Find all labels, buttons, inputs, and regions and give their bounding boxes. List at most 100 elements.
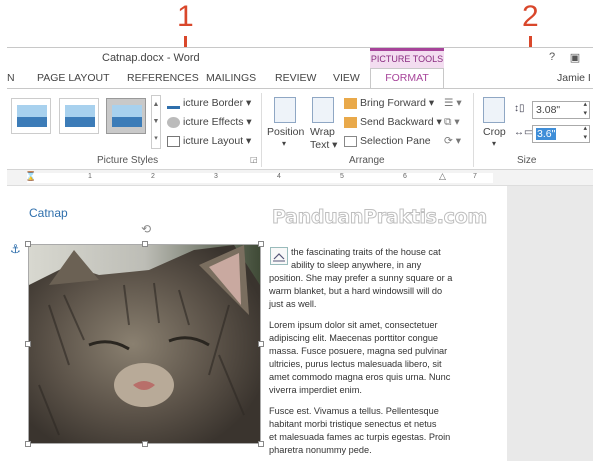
tab-format[interactable]: FORMAT	[370, 68, 444, 89]
resize-handle[interactable]	[142, 441, 148, 447]
height-icon: ↕▯	[514, 103, 525, 114]
arrange-group-label: Arrange	[349, 155, 385, 166]
wrap-text-button[interactable]: Wrap	[310, 126, 335, 138]
right-indent-marker-icon[interactable]: △	[439, 171, 446, 182]
width-spinner-icon[interactable]: ▴ ▾	[583, 124, 587, 142]
paragraph-2[interactable]: Lorem ipsum dolor sit amet, consectetuer…	[269, 319, 469, 398]
ruler-number: 1	[88, 173, 92, 180]
width-icon: ↔▭	[514, 127, 534, 138]
text-line: Lorem ipsum dolor sit amet, consectetuer	[269, 320, 438, 330]
word-window: Catnap.docx - Word PICTURE TOOLS ? ▣ N P…	[7, 47, 593, 461]
position-label: Position	[267, 126, 305, 138]
ruler-number: 2	[151, 173, 155, 180]
paragraph-3[interactable]: Fusce est. Vivamus a tellus. Pellentesqu…	[269, 405, 469, 457]
ruler-number: 6	[403, 173, 407, 180]
cat-photo[interactable]	[25, 241, 264, 447]
send-backward-icon	[344, 116, 357, 128]
rotate-handle-icon[interactable]: ⟲	[141, 222, 151, 236]
wrap-text-button-line2[interactable]: Text ▾	[310, 139, 337, 151]
text-line: ability to sleep anywhere, in any	[291, 260, 422, 271]
text-line: amet commodo magna eros quis urna. Nunc	[269, 372, 451, 383]
group-separator	[473, 93, 474, 167]
ruler-number: 4	[277, 173, 281, 180]
paragraph-1-cont[interactable]: position. She may prefer a sunny square …	[269, 272, 469, 311]
horizontal-ruler: ⌛ 1 2 3 4 5 6 7 △	[7, 170, 593, 186]
dialog-launcher-icon[interactable]: ◲	[250, 155, 258, 164]
selection-pane-button[interactable]: Selection Pane	[344, 135, 431, 147]
text-line: the fascinating traits of the house cat	[291, 247, 441, 257]
ribbon: ▲ ▼ ▾ icture Border ▾ icture Effects ▾ ict…	[7, 88, 593, 170]
layout-icon	[167, 135, 180, 147]
picture-layout-button[interactable]: icture Layout ▾	[167, 135, 251, 147]
group-icon[interactable]: ⧉ ▾	[444, 116, 460, 129]
help-icon[interactable]: ?	[545, 51, 559, 63]
crop-label: Crop	[483, 126, 506, 138]
resize-handle[interactable]	[258, 341, 264, 347]
resize-handle[interactable]	[25, 441, 31, 447]
height-value: 3.08"	[536, 104, 561, 116]
tab-view[interactable]: VIEW	[333, 72, 360, 84]
document-heading[interactable]: Catnap	[29, 206, 68, 220]
user-name[interactable]: Jamie I	[557, 72, 591, 84]
width-value: 3.6"	[536, 128, 557, 140]
height-spinner-icon[interactable]: ▴ ▾	[583, 100, 587, 118]
picture-border-button[interactable]: icture Border ▾	[167, 97, 251, 109]
wrap-label-line2: Text	[310, 139, 330, 151]
text-line: adipiscing elit. Maecenas porttitor cong…	[269, 333, 439, 344]
crop-dropdown-icon: ▾	[492, 139, 497, 148]
cat-image	[29, 245, 260, 443]
position-dropdown-icon: ▾	[282, 139, 287, 148]
wrap-text-icon	[312, 97, 334, 123]
picture-tools-label: PICTURE TOOLS	[370, 48, 444, 68]
picture-style-3[interactable]	[106, 98, 146, 134]
picture-border-label: icture Border	[183, 97, 244, 109]
resize-handle[interactable]	[258, 241, 264, 247]
resize-handle[interactable]	[258, 441, 264, 447]
ribbon-display-icon[interactable]: ▣	[568, 51, 582, 64]
group-separator	[261, 93, 262, 167]
picture-effects-button[interactable]: icture Effects ▾	[167, 116, 252, 128]
wrap-label-line1: Wrap	[310, 126, 335, 138]
height-input[interactable]: 3.08" ▴ ▾	[532, 101, 590, 119]
bring-forward-button[interactable]: Bring Forward ▾	[344, 97, 434, 109]
document-page: Catnap PanduanPraktis.com ⚓ ⟲ the fascin…	[7, 186, 507, 461]
title-bar: Catnap.docx - Word PICTURE TOOLS ? ▣	[7, 48, 593, 68]
gallery-scroll[interactable]: ▲ ▼ ▾	[151, 95, 161, 149]
tab-mailings[interactable]: MAILINGS	[206, 72, 256, 84]
picture-style-2[interactable]	[59, 98, 99, 134]
text-line: habitant morbi tristique senectus et net…	[269, 419, 437, 430]
tab-page-layout[interactable]: PAGE LAYOUT	[37, 72, 110, 84]
selection-pane-label: Selection Pane	[360, 135, 431, 147]
rotate-icon[interactable]: ⟳ ▾	[444, 135, 461, 147]
picture-style-1[interactable]	[11, 98, 51, 134]
text-line: Fusce est. Vivamus a tellus. Pellentesqu…	[269, 406, 439, 416]
document-area: Catnap PanduanPraktis.com ⚓ ⟲ the fascin…	[7, 186, 593, 461]
resize-handle[interactable]	[25, 241, 31, 247]
indent-marker-icon[interactable]: ⌛	[25, 171, 36, 182]
paragraph-1[interactable]: the fascinating traits of the house cat …	[269, 246, 469, 272]
position-button[interactable]: Position	[267, 126, 304, 138]
tab-references[interactable]: REFERENCES	[127, 72, 199, 84]
position-icon	[274, 97, 296, 123]
send-backward-button[interactable]: Send Backward ▾	[344, 116, 442, 128]
width-input[interactable]: 3.6" ▴ ▾	[532, 125, 590, 143]
text-line: pharetra nonummy pede.	[269, 445, 372, 456]
text-line: ultricies, purus lectus malesuada libero…	[269, 359, 442, 370]
resize-handle[interactable]	[142, 241, 148, 247]
anchor-icon: ⚓	[10, 242, 21, 256]
watermark: PanduanPraktis.com	[272, 206, 488, 229]
ruler-number: 3	[214, 173, 218, 180]
pen-icon	[167, 98, 180, 109]
callout-number-1: 1	[177, 0, 194, 33]
tab-review[interactable]: REVIEW	[275, 72, 316, 84]
crop-button[interactable]: Crop	[483, 126, 506, 138]
ruler-number: 7	[473, 173, 477, 180]
align-icon[interactable]: ☰ ▾	[444, 97, 462, 109]
effects-icon	[167, 116, 180, 128]
ribbon-tabs: N PAGE LAYOUT REFERENCES MAILINGS REVIEW…	[7, 68, 593, 89]
text-line: viverra imperdiet enim.	[269, 385, 362, 396]
tab-insert[interactable]: N	[7, 72, 15, 84]
resize-handle[interactable]	[25, 341, 31, 347]
ruler-number: 5	[340, 173, 344, 180]
picture-effects-label: icture Effects	[183, 116, 244, 128]
